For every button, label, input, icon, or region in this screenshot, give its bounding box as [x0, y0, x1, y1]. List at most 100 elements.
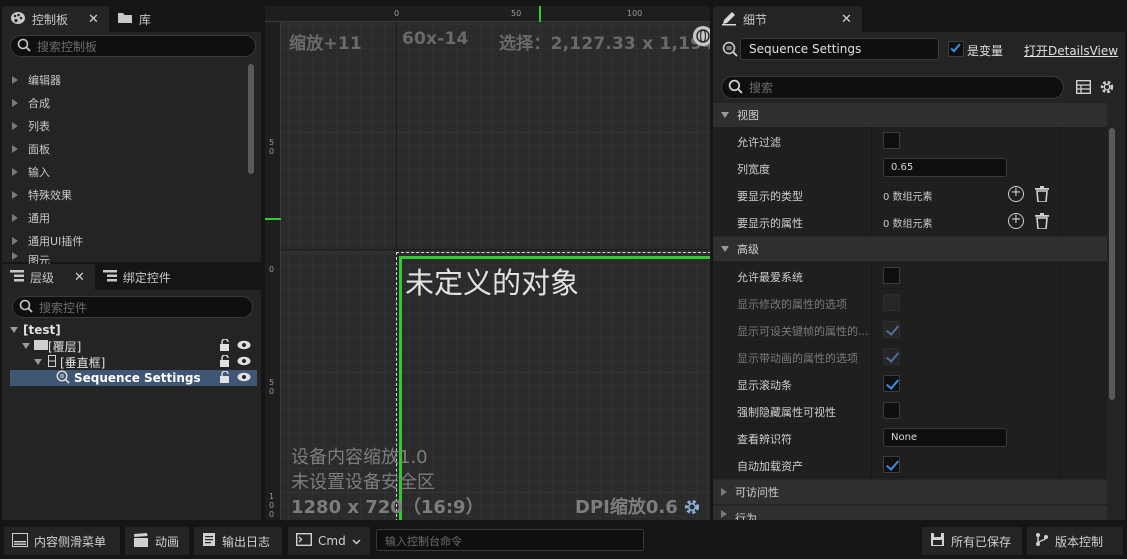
column-width-input[interactable]: 0.65: [883, 158, 1007, 177]
array-count: 0 数组元素: [883, 192, 933, 203]
tree-item-overlay[interactable]: [覆层]: [10, 337, 257, 354]
lock-icon[interactable]: [219, 337, 231, 354]
show-keyable-checkbox: [883, 321, 900, 338]
show-scrollbar-checkbox[interactable]: [883, 375, 900, 392]
add-element-icon[interactable]: +: [1008, 186, 1024, 202]
resolution-text: 1280 x 720（16:9）: [291, 497, 484, 518]
trash-icon[interactable]: [1035, 186, 1049, 203]
ruler-marker: [539, 6, 541, 22]
add-element-icon[interactable]: +: [1008, 213, 1024, 229]
tree-item-vertical-box[interactable]: [垂直框]: [10, 353, 257, 370]
palette-category-item[interactable]: 面板: [8, 137, 246, 160]
dpi-settings-gear-icon[interactable]: [683, 498, 701, 519]
palette-category-label: 输入: [28, 165, 50, 179]
gear-icon[interactable]: [1099, 79, 1115, 98]
tab-bind-widgets-label: 绑定控件: [122, 270, 171, 285]
tree-item-root[interactable]: [test]: [10, 322, 257, 338]
prop-label: 要显示的类型: [737, 190, 803, 203]
save-all-label: 所有已保存: [951, 534, 1012, 549]
palette-category-label: 通用: [28, 211, 50, 225]
details-tabbar: 细节 ✕: [713, 6, 1125, 32]
details-search-placeholder: 搜索: [749, 81, 774, 95]
force-hide-visibility-checkbox[interactable]: [883, 402, 900, 419]
visibility-eye-icon[interactable]: [237, 355, 251, 369]
palette-category-label: 列表: [28, 119, 50, 133]
palette-category-item[interactable]: 通用UI插件: [8, 229, 246, 252]
lock-icon[interactable]: [219, 369, 231, 386]
tree-item-sequence-settings[interactable]: Sequence Settings: [10, 369, 257, 386]
prop-label: 列宽度: [737, 163, 770, 176]
auto-load-assets-checkbox[interactable]: [883, 456, 900, 473]
prop-row-props-to-show: 要显示的属性 0 数组元素 +: [713, 208, 1107, 235]
palette-scrollbar[interactable]: [248, 64, 254, 174]
visibility-eye-icon[interactable]: [237, 339, 251, 353]
folder-icon: [117, 11, 133, 27]
ruler-tick-label: 5 0: [269, 378, 275, 396]
palette-category-item[interactable]: 通用: [8, 206, 246, 229]
hierarchy-search-input[interactable]: 搜索控件: [12, 296, 253, 318]
widget-type-icon: [722, 41, 738, 60]
palette-panel: 控制板 ✕ 库 搜索控制板 编辑器 合成 列表 面板 输入 特殊效果 通用 通用UI插件 图元: [2, 6, 261, 266]
allow-filter-checkbox[interactable]: [883, 132, 900, 149]
close-icon[interactable]: ✕: [841, 12, 852, 27]
ruler-tick-label: 0: [269, 265, 275, 274]
tab-palette[interactable]: 控制板 ✕: [2, 6, 109, 32]
palette-search-input[interactable]: 搜索控制板: [10, 35, 256, 57]
close-icon[interactable]: ✕: [88, 12, 99, 27]
category-advanced[interactable]: 高级: [713, 237, 1107, 261]
output-log-label: 输出日志: [222, 534, 271, 549]
console-command-input[interactable]: 输入控制台命令: [376, 529, 644, 551]
widget-name-input[interactable]: Sequence Settings: [740, 38, 939, 60]
table-view-icon[interactable]: [1075, 79, 1092, 97]
tree-item-label: [test]: [23, 323, 61, 337]
palette-category-item[interactable]: 合成: [8, 91, 246, 114]
save-icon: [930, 532, 945, 550]
chevron-down-icon: [352, 534, 361, 548]
tab-hierarchy[interactable]: 层级 ✕: [2, 264, 95, 290]
source-control-button[interactable]: 版本控制: [1027, 527, 1123, 555]
expand-arrow-icon[interactable]: [34, 359, 42, 365]
close-icon[interactable]: ✕: [74, 270, 85, 285]
category-behavior[interactable]: 行为: [713, 506, 1107, 520]
tab-bind-widgets[interactable]: 绑定控件: [95, 264, 181, 290]
safe-zone-text: 未设置设备安全区: [291, 472, 435, 493]
output-log-icon: [202, 532, 216, 550]
is-variable-label: 是变量: [967, 44, 1004, 58]
expand-arrow-icon[interactable]: [22, 343, 30, 349]
details-search-input[interactable]: 搜索: [721, 76, 1064, 99]
palette-category-item[interactable]: 编辑器: [8, 68, 246, 91]
details-scrollbar[interactable]: [1109, 128, 1115, 400]
palette-category-item[interactable]: 输入: [8, 160, 246, 183]
animation-button[interactable]: 动画: [125, 527, 189, 555]
output-log-button[interactable]: 输出日志: [194, 527, 282, 555]
palette-icon: [10, 11, 26, 28]
content-drawer-button[interactable]: 内容侧滑菜单: [4, 527, 120, 555]
prop-label: 允许过滤: [737, 136, 781, 149]
details-panel: 细节 ✕ Sequence Settings 是变量 打开DetailsView…: [713, 6, 1125, 520]
prop-row-show-keyable: 显示可设关键帧的属性的...: [713, 316, 1107, 343]
allow-favorites-checkbox[interactable]: [883, 267, 900, 284]
category-accessibility[interactable]: 可访问性: [713, 480, 1107, 504]
prop-label: 允许最爱系统: [737, 271, 803, 284]
palette-category-item[interactable]: 特殊效果: [8, 183, 246, 206]
prop-row-column-width: 列宽度 0.65: [713, 154, 1107, 181]
is-variable-checkbox[interactable]: [948, 41, 964, 57]
globe-icon[interactable]: [693, 26, 710, 46]
category-label: 行为: [735, 512, 757, 520]
category-view[interactable]: 视图: [713, 103, 1107, 127]
trash-icon[interactable]: [1035, 213, 1049, 230]
dpi-scale-text: DPI缩放0.6: [575, 497, 678, 518]
hierarchy-icon: [10, 269, 24, 285]
tab-details[interactable]: 细节 ✕: [713, 6, 862, 32]
designer-canvas[interactable]: 0 50 100 5 0 0 5 0 1 0 0 缩放+11 60x-14 选择…: [265, 6, 710, 520]
palette-category-item[interactable]: 列表: [8, 114, 246, 137]
view-identifier-input[interactable]: None: [883, 428, 1007, 447]
prop-row-types-to-show: 要显示的类型 0 数组元素 +: [713, 181, 1107, 208]
cmd-dropdown[interactable]: Cmd: [288, 527, 370, 555]
open-details-view-link[interactable]: 打开DetailsView: [1024, 42, 1118, 59]
save-all-button[interactable]: 所有已保存: [922, 527, 1022, 555]
expand-arrow-icon[interactable]: [10, 327, 18, 333]
lock-icon[interactable]: [219, 353, 231, 370]
tab-library[interactable]: 库: [109, 6, 161, 32]
visibility-eye-icon[interactable]: [237, 371, 251, 385]
